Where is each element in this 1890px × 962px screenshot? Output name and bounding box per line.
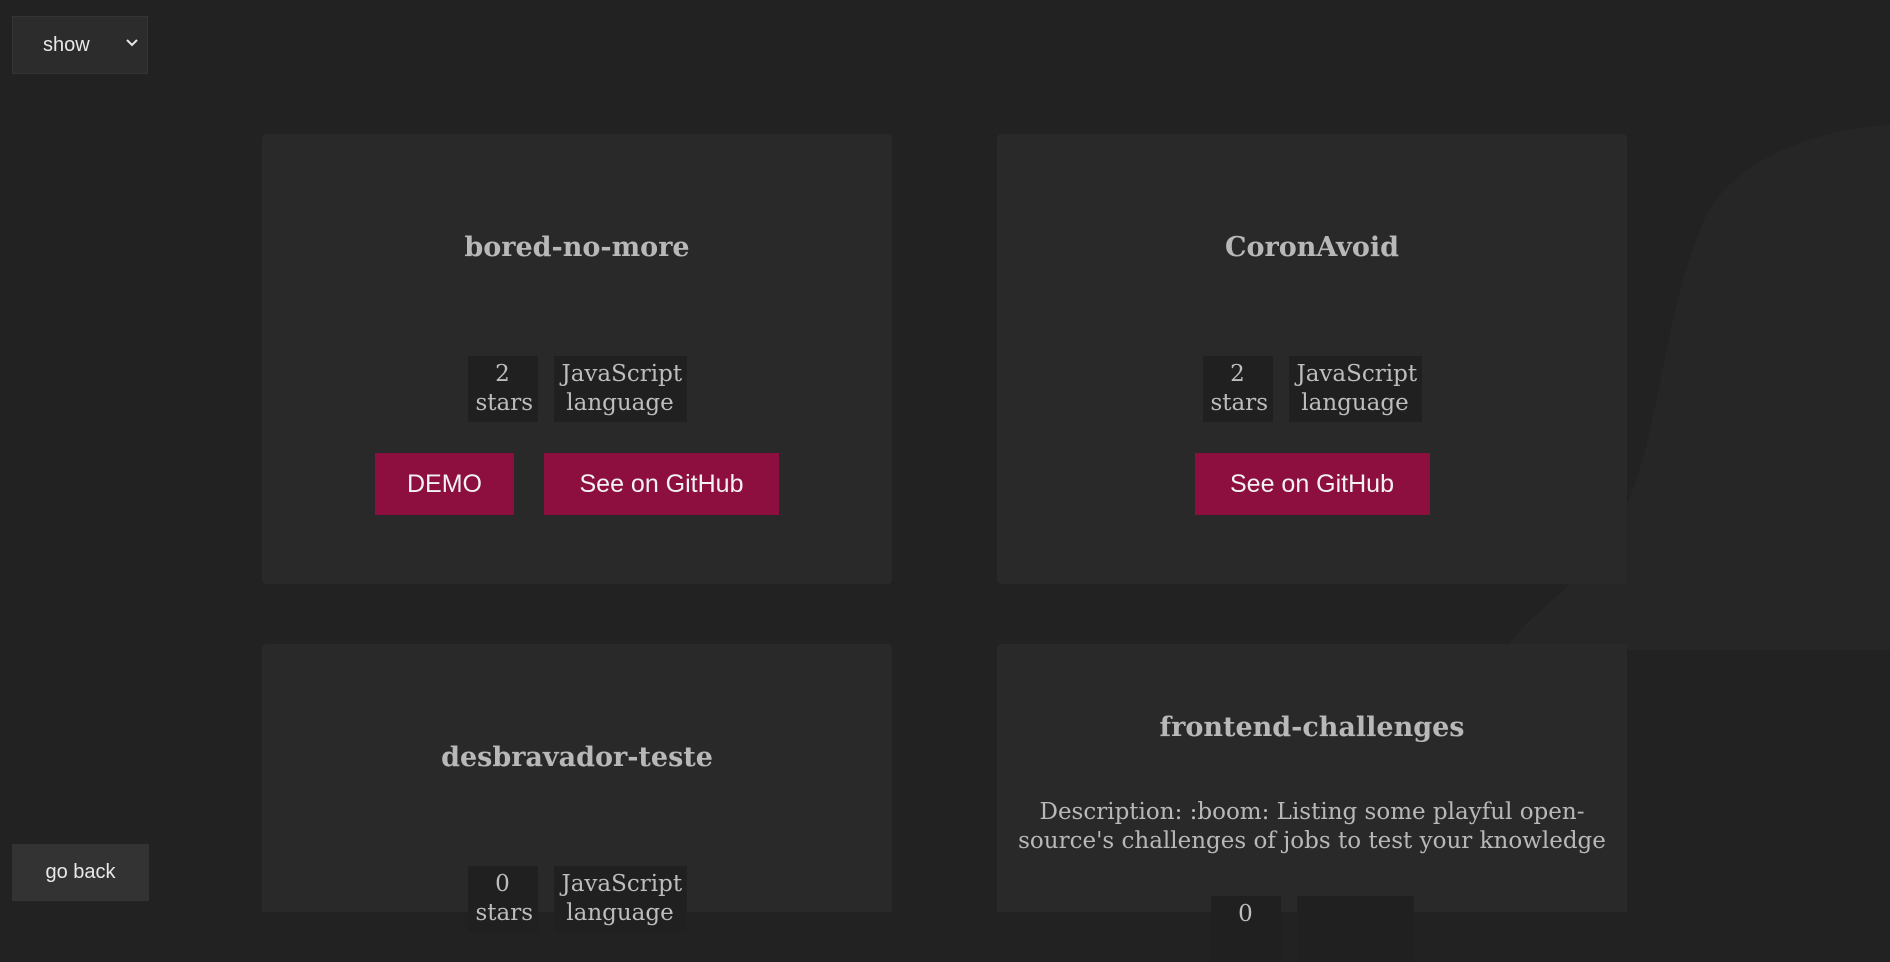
see-on-github-button[interactable]: See on GitHub (544, 453, 779, 515)
project-title: frontend-challenges (1159, 712, 1465, 743)
language-badge: JavaScript language (553, 866, 687, 932)
project-title: bored-no-more (464, 232, 690, 263)
stars-badge: 0 (1210, 896, 1281, 962)
language-badge: JavaScript language (1288, 356, 1422, 422)
chevron-down-icon (126, 39, 138, 47)
stars-badge: 2 stars (467, 356, 538, 422)
language-badge: JavaScript language (553, 356, 687, 422)
project-card: desbravador-teste 0 stars JavaScript langu… (262, 644, 892, 932)
go-back-button[interactable]: go back (12, 844, 149, 901)
language-badge (1296, 896, 1414, 962)
project-title: desbravador-teste (441, 742, 713, 773)
stars-badge: 0 stars (467, 866, 538, 932)
show-dropdown[interactable]: show (12, 16, 148, 74)
stars-badge: 2 stars (1202, 356, 1273, 422)
project-card: bored-no-more 2 stars JavaScript language … (262, 134, 892, 584)
see-on-github-button[interactable]: See on GitHub (1194, 453, 1430, 515)
project-title: CoronAvoid (1224, 232, 1400, 263)
project-card: CoronAvoid 2 stars JavaScript language See… (997, 134, 1627, 584)
project-card: frontend-challenges Description: :boom: … (997, 644, 1627, 962)
demo-button[interactable]: DEMO (375, 453, 514, 515)
project-description: Description: :boom: Listing some playful… (1018, 799, 1606, 854)
show-dropdown-label: show (43, 33, 90, 56)
